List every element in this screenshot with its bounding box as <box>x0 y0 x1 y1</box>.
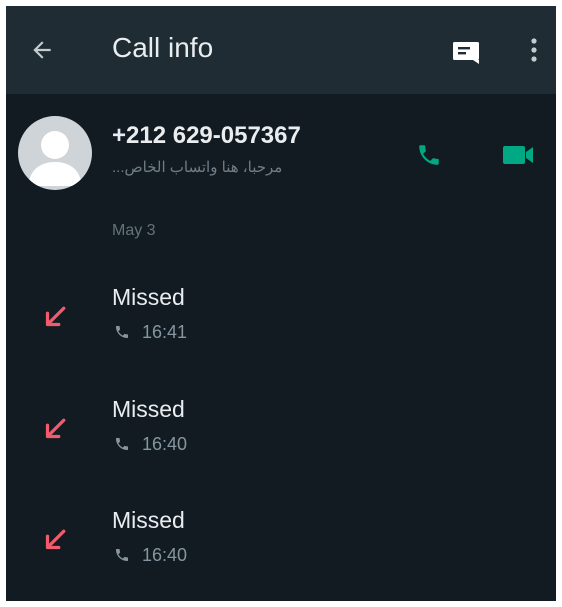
call-time: 16:41 <box>142 321 188 342</box>
page-title: Call info <box>112 32 214 63</box>
more-vert-icon <box>531 38 537 62</box>
arrow-left-icon <box>33 41 51 59</box>
video-call-button[interactable] <box>496 134 540 176</box>
contact-status: مرحبا، هنا واتساب الخاص... <box>112 159 283 176</box>
message-button[interactable] <box>446 34 486 70</box>
call-meta: 16:40 <box>114 543 187 567</box>
app-bar: Call info <box>6 6 556 94</box>
contact-row[interactable]: +212 629-057367 مرحبا، هنا واتساب الخاص.… <box>6 106 556 198</box>
call-date-label: May 3 <box>112 222 156 239</box>
message-icon <box>453 42 479 64</box>
call-info-screen: Call info +212 629-057367 مرحبا، هنا وات… <box>6 6 556 601</box>
call-status: Missed <box>112 396 185 422</box>
phone-icon <box>116 549 128 561</box>
phone-icon <box>419 145 439 165</box>
call-meta: 16:40 <box>114 432 187 456</box>
phone-icon <box>116 326 128 338</box>
call-meta: 16:41 <box>114 320 187 344</box>
call-time: 16:40 <box>142 433 188 454</box>
contact-avatar[interactable] <box>18 116 92 190</box>
call-log-entry: Missed 16:40 <box>6 390 556 470</box>
contact-phone-number: +212 629-057367 <box>112 122 301 149</box>
missed-call-arrow-icon <box>45 529 66 550</box>
voice-call-button[interactable] <box>408 134 450 176</box>
more-options-button[interactable] <box>516 30 552 70</box>
call-status: Missed <box>112 284 185 310</box>
call-status: Missed <box>112 507 185 533</box>
missed-call-arrow-icon <box>45 306 66 327</box>
call-log-entry: Missed 16:40 <box>6 501 556 581</box>
video-icon <box>503 146 533 164</box>
call-log-entry: Missed 16:41 <box>6 278 556 358</box>
default-avatar-icon <box>28 131 82 186</box>
phone-icon <box>116 438 128 450</box>
call-time: 16:40 <box>142 544 188 565</box>
missed-call-arrow-icon <box>45 418 66 439</box>
back-button[interactable] <box>22 30 62 70</box>
